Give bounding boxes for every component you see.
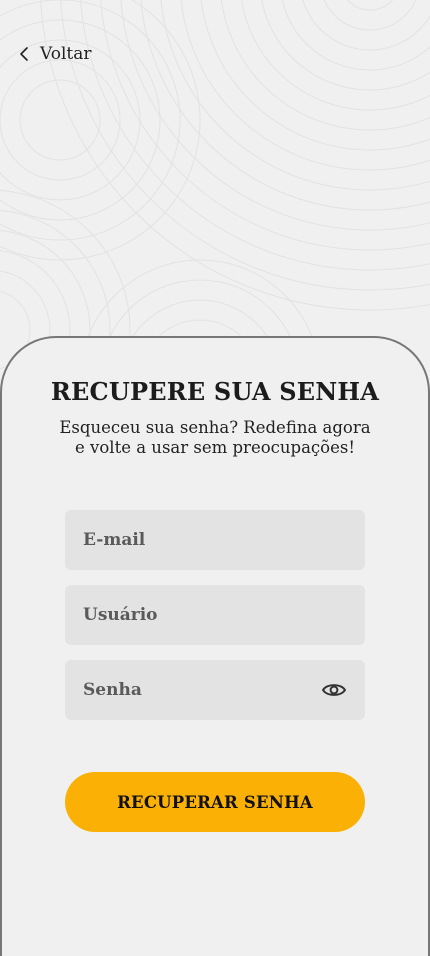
eye-icon[interactable] <box>321 680 347 700</box>
username-field-container <box>65 585 365 645</box>
username-field[interactable] <box>83 605 347 625</box>
back-button[interactable]: Voltar <box>18 40 91 68</box>
password-field-container <box>65 660 365 720</box>
back-label: Voltar <box>40 44 92 64</box>
chevron-left-icon <box>18 46 30 62</box>
password-field[interactable] <box>83 680 321 700</box>
recover-password-button[interactable]: RECUPERAR SENHA <box>65 772 365 832</box>
page-subtitle: Esqueceu sua senha? Redefina agora e vol… <box>59 418 371 457</box>
email-field[interactable] <box>83 530 347 550</box>
page-title: RECUPERE SUA SENHA <box>50 377 380 406</box>
email-field-container <box>65 510 365 570</box>
